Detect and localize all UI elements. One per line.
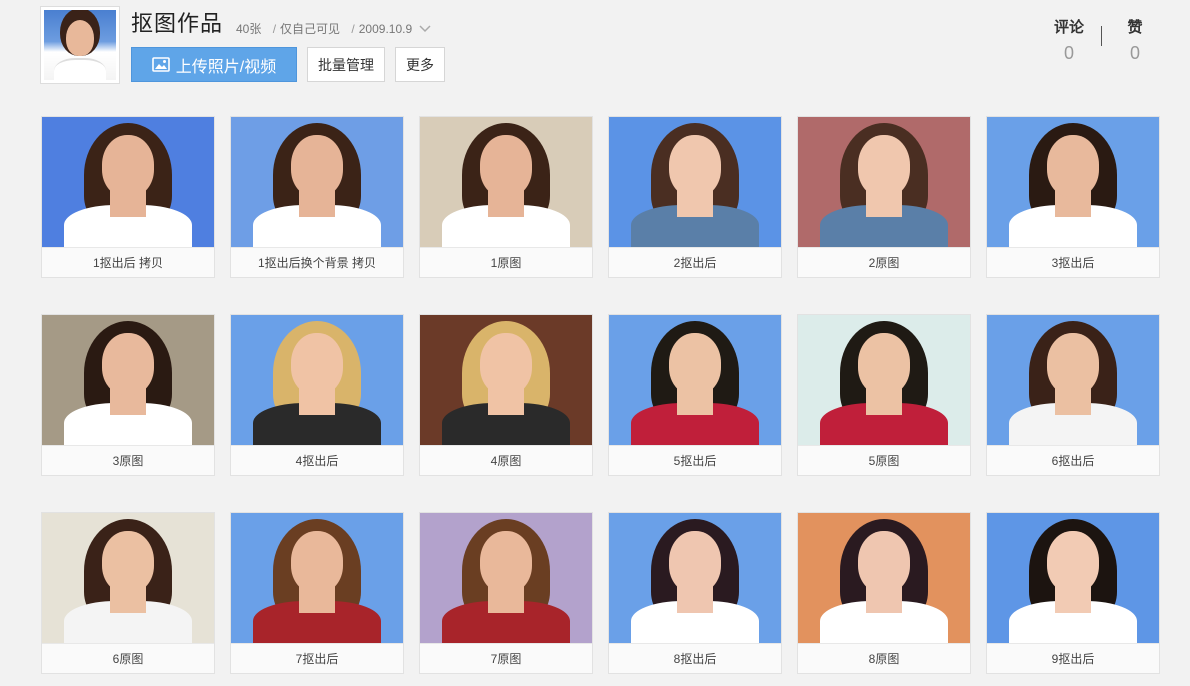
album-cover-image [44, 10, 116, 80]
photo-thumbnail[interactable] [987, 513, 1159, 643]
photo-caption[interactable]: 3原图 [42, 445, 214, 475]
photo-caption[interactable]: 2原图 [798, 247, 970, 277]
photo-card[interactable]: 3抠出后 [986, 116, 1160, 278]
photo-thumbnail[interactable] [231, 513, 403, 643]
batch-manage-button[interactable]: 批量管理 [307, 47, 385, 82]
album-header: 抠图作品 40张 / 仅自己可见 /2009.10.9 上传照片/视频 批量管理 … [0, 0, 1190, 100]
photo-thumbnail[interactable] [609, 513, 781, 643]
portrait-face [858, 531, 910, 593]
photo-thumbnail[interactable] [987, 315, 1159, 445]
photo-caption[interactable]: 7原图 [420, 643, 592, 673]
portrait-face [480, 531, 532, 593]
photo-card[interactable]: 8抠出后 [608, 512, 782, 674]
upload-button-label: 上传照片/视频 [175, 58, 277, 76]
photo-card[interactable]: 1抠出后换个背景 拷贝 [230, 116, 404, 278]
portrait-face [102, 531, 154, 593]
photo-thumbnail[interactable] [420, 315, 592, 445]
portrait-face [858, 333, 910, 395]
portrait-face [480, 135, 532, 197]
album-meta: 40张 / 仅自己可见 /2009.10.9 [236, 20, 432, 37]
meta-separator: / [351, 22, 355, 36]
photo-caption[interactable]: 6原图 [42, 643, 214, 673]
upload-button[interactable]: 上传照片/视频 [131, 47, 297, 82]
photo-caption[interactable]: 8原图 [798, 643, 970, 673]
portrait-face [858, 135, 910, 197]
photo-caption[interactable]: 1抠出后 拷贝 [42, 247, 214, 277]
photo-card[interactable]: 6抠出后 [986, 314, 1160, 476]
photo-card[interactable]: 5原图 [797, 314, 971, 476]
photo-card[interactable]: 6原图 [41, 512, 215, 674]
like-label: 赞 [1127, 19, 1143, 36]
photo-thumbnail[interactable] [798, 117, 970, 247]
photo-caption[interactable]: 1抠出后换个背景 拷贝 [231, 247, 403, 277]
portrait-face [1047, 135, 1099, 197]
photo-card[interactable]: 5抠出后 [608, 314, 782, 476]
photo-caption[interactable]: 6抠出后 [987, 445, 1159, 475]
photo-card[interactable]: 7原图 [419, 512, 593, 674]
portrait-face [669, 333, 721, 395]
album-date: 2009.10.9 [358, 22, 413, 36]
photo-thumbnail[interactable] [42, 513, 214, 643]
portrait-face [102, 333, 154, 395]
photo-thumbnail[interactable] [798, 315, 970, 445]
meta-separator: / [272, 22, 277, 36]
visibility-label[interactable]: 仅自己可见 [280, 22, 340, 36]
photo-thumbnail[interactable] [609, 315, 781, 445]
photo-card[interactable]: 2原图 [797, 116, 971, 278]
photo-thumbnail[interactable] [420, 513, 592, 643]
photo-thumbnail[interactable] [609, 117, 781, 247]
photo-thumbnail[interactable] [987, 117, 1159, 247]
like-count: 0 [1129, 43, 1140, 63]
photo-thumbnail[interactable] [420, 117, 592, 247]
photo-caption[interactable]: 5原图 [798, 445, 970, 475]
portrait-face [669, 135, 721, 197]
photo-count: 40张 [236, 22, 262, 36]
comment-stat[interactable]: 评论 0 [1039, 16, 1099, 64]
portrait-face [1047, 531, 1099, 593]
photo-card[interactable]: 3原图 [41, 314, 215, 476]
photo-card[interactable]: 4抠出后 [230, 314, 404, 476]
photo-card[interactable]: 8原图 [797, 512, 971, 674]
photo-caption[interactable]: 7抠出后 [231, 643, 403, 673]
comment-count: 0 [1063, 43, 1074, 63]
photo-card[interactable]: 2抠出后 [608, 116, 782, 278]
like-stat[interactable]: 赞 0 [1105, 16, 1165, 64]
photo-card[interactable]: 4原图 [419, 314, 593, 476]
album-cover[interactable] [40, 6, 120, 84]
photo-caption[interactable]: 8抠出后 [609, 643, 781, 673]
portrait-face [291, 135, 343, 197]
photo-thumbnail[interactable] [42, 117, 214, 247]
portrait-face [669, 531, 721, 593]
photo-caption[interactable]: 4抠出后 [231, 445, 403, 475]
photo-caption[interactable]: 2抠出后 [609, 247, 781, 277]
photo-caption[interactable]: 3抠出后 [987, 247, 1159, 277]
portrait-face [291, 333, 343, 395]
portrait-face [102, 135, 154, 197]
comment-label: 评论 [1053, 19, 1084, 36]
photo-thumbnail[interactable] [42, 315, 214, 445]
stat-divider [1101, 26, 1102, 46]
photo-caption[interactable]: 5抠出后 [609, 445, 781, 475]
photo-caption[interactable]: 4原图 [420, 445, 592, 475]
portrait-face [291, 531, 343, 593]
portrait-face [1047, 333, 1099, 395]
photo-card[interactable]: 9抠出后 [986, 512, 1160, 674]
photo-card[interactable]: 1抠出后 拷贝 [41, 116, 215, 278]
more-button[interactable]: 更多 [395, 47, 445, 82]
album-title: 抠图作品 [131, 11, 224, 36]
portrait-face [480, 333, 532, 395]
photo-caption[interactable]: 1原图 [420, 247, 592, 277]
photo-caption[interactable]: 9抠出后 [987, 643, 1159, 673]
chevron-down-icon[interactable] [419, 22, 432, 36]
photo-card[interactable]: 1原图 [419, 116, 593, 278]
photo-card[interactable]: 7抠出后 [230, 512, 404, 674]
image-upload-icon [151, 57, 170, 72]
photo-thumbnail[interactable] [231, 117, 403, 247]
photo-thumbnail[interactable] [798, 513, 970, 643]
photo-thumbnail[interactable] [231, 315, 403, 445]
